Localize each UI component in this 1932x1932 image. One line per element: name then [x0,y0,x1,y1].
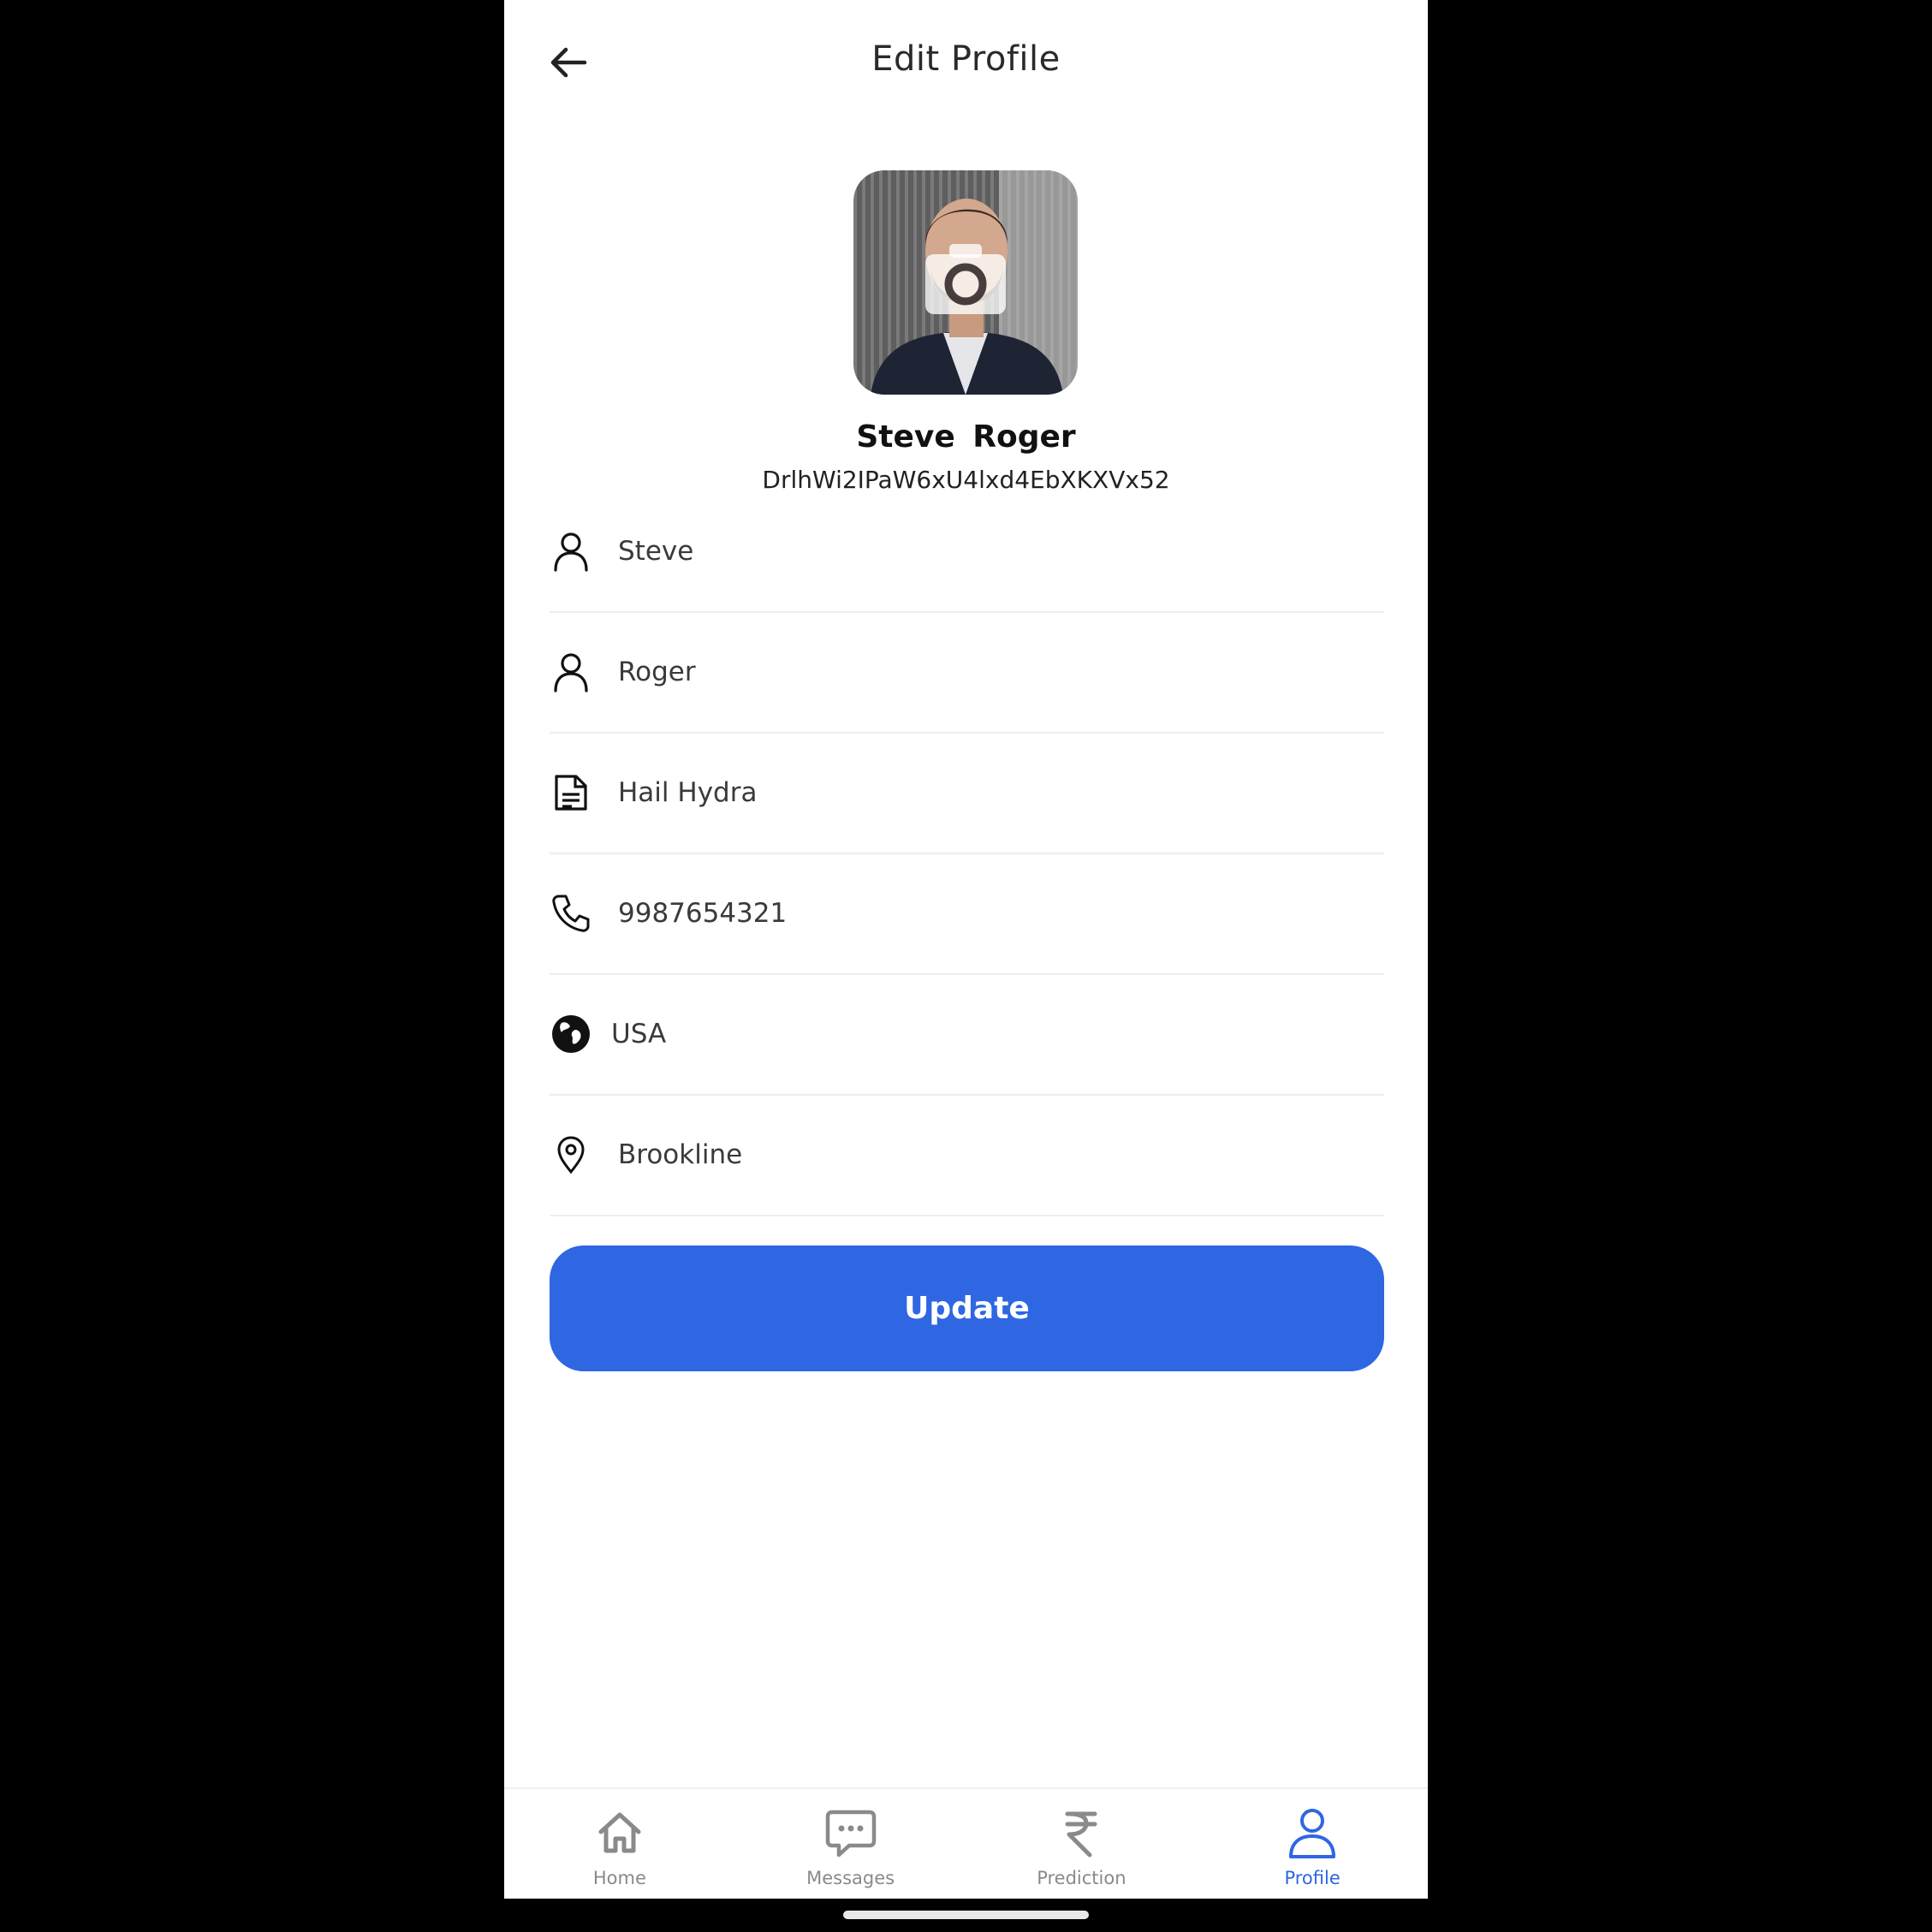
nav-label-profile: Profile [1284,1868,1341,1888]
camera-icon[interactable] [924,242,1008,316]
rupee-icon [1054,1806,1109,1861]
person-icon [550,530,592,573]
person-icon [1285,1806,1340,1861]
nav-messages[interactable]: Messages [735,1789,966,1899]
location-pin-icon [550,1133,592,1176]
update-button[interactable]: Update [550,1245,1384,1371]
document-icon [550,771,592,814]
top-bar: Edit Profile [504,0,1428,128]
bio-input[interactable] [618,770,1371,814]
nav-label-messages: Messages [806,1868,895,1888]
city-input[interactable] [618,1132,1371,1176]
nav-label-prediction: Prediction [1037,1868,1127,1888]
chat-icon [823,1806,878,1861]
phone-icon [550,892,592,935]
home-indicator [843,1911,1089,1919]
city-field[interactable] [550,1094,1384,1216]
last-name-field[interactable] [550,611,1384,734]
nav-prediction[interactable]: Prediction [966,1789,1198,1899]
avatar[interactable] [853,170,1078,395]
bottom-nav: Home Messages Prediction Profile [504,1787,1428,1899]
country-input[interactable] [611,1012,1364,1055]
country-field[interactable] [550,973,1384,1096]
nav-home[interactable]: Home [504,1789,735,1899]
edit-profile-screen: Edit Profile Steve Roger DrlhWi2IPaW6xU4… [504,0,1428,1899]
first-name-field[interactable] [550,490,1384,613]
bio-field[interactable] [550,732,1384,854]
globe-icon [550,1013,592,1055]
phone-field[interactable] [550,853,1384,975]
nav-profile[interactable]: Profile [1197,1789,1428,1899]
page-title: Edit Profile [871,39,1061,79]
person-icon [550,651,592,693]
first-name-input[interactable] [618,529,1371,573]
profile-name: Steve Roger [856,419,1076,455]
last-name-input[interactable] [618,650,1371,693]
phone-input[interactable] [618,891,1371,935]
nav-label-home: Home [592,1868,646,1888]
home-icon [592,1806,647,1861]
